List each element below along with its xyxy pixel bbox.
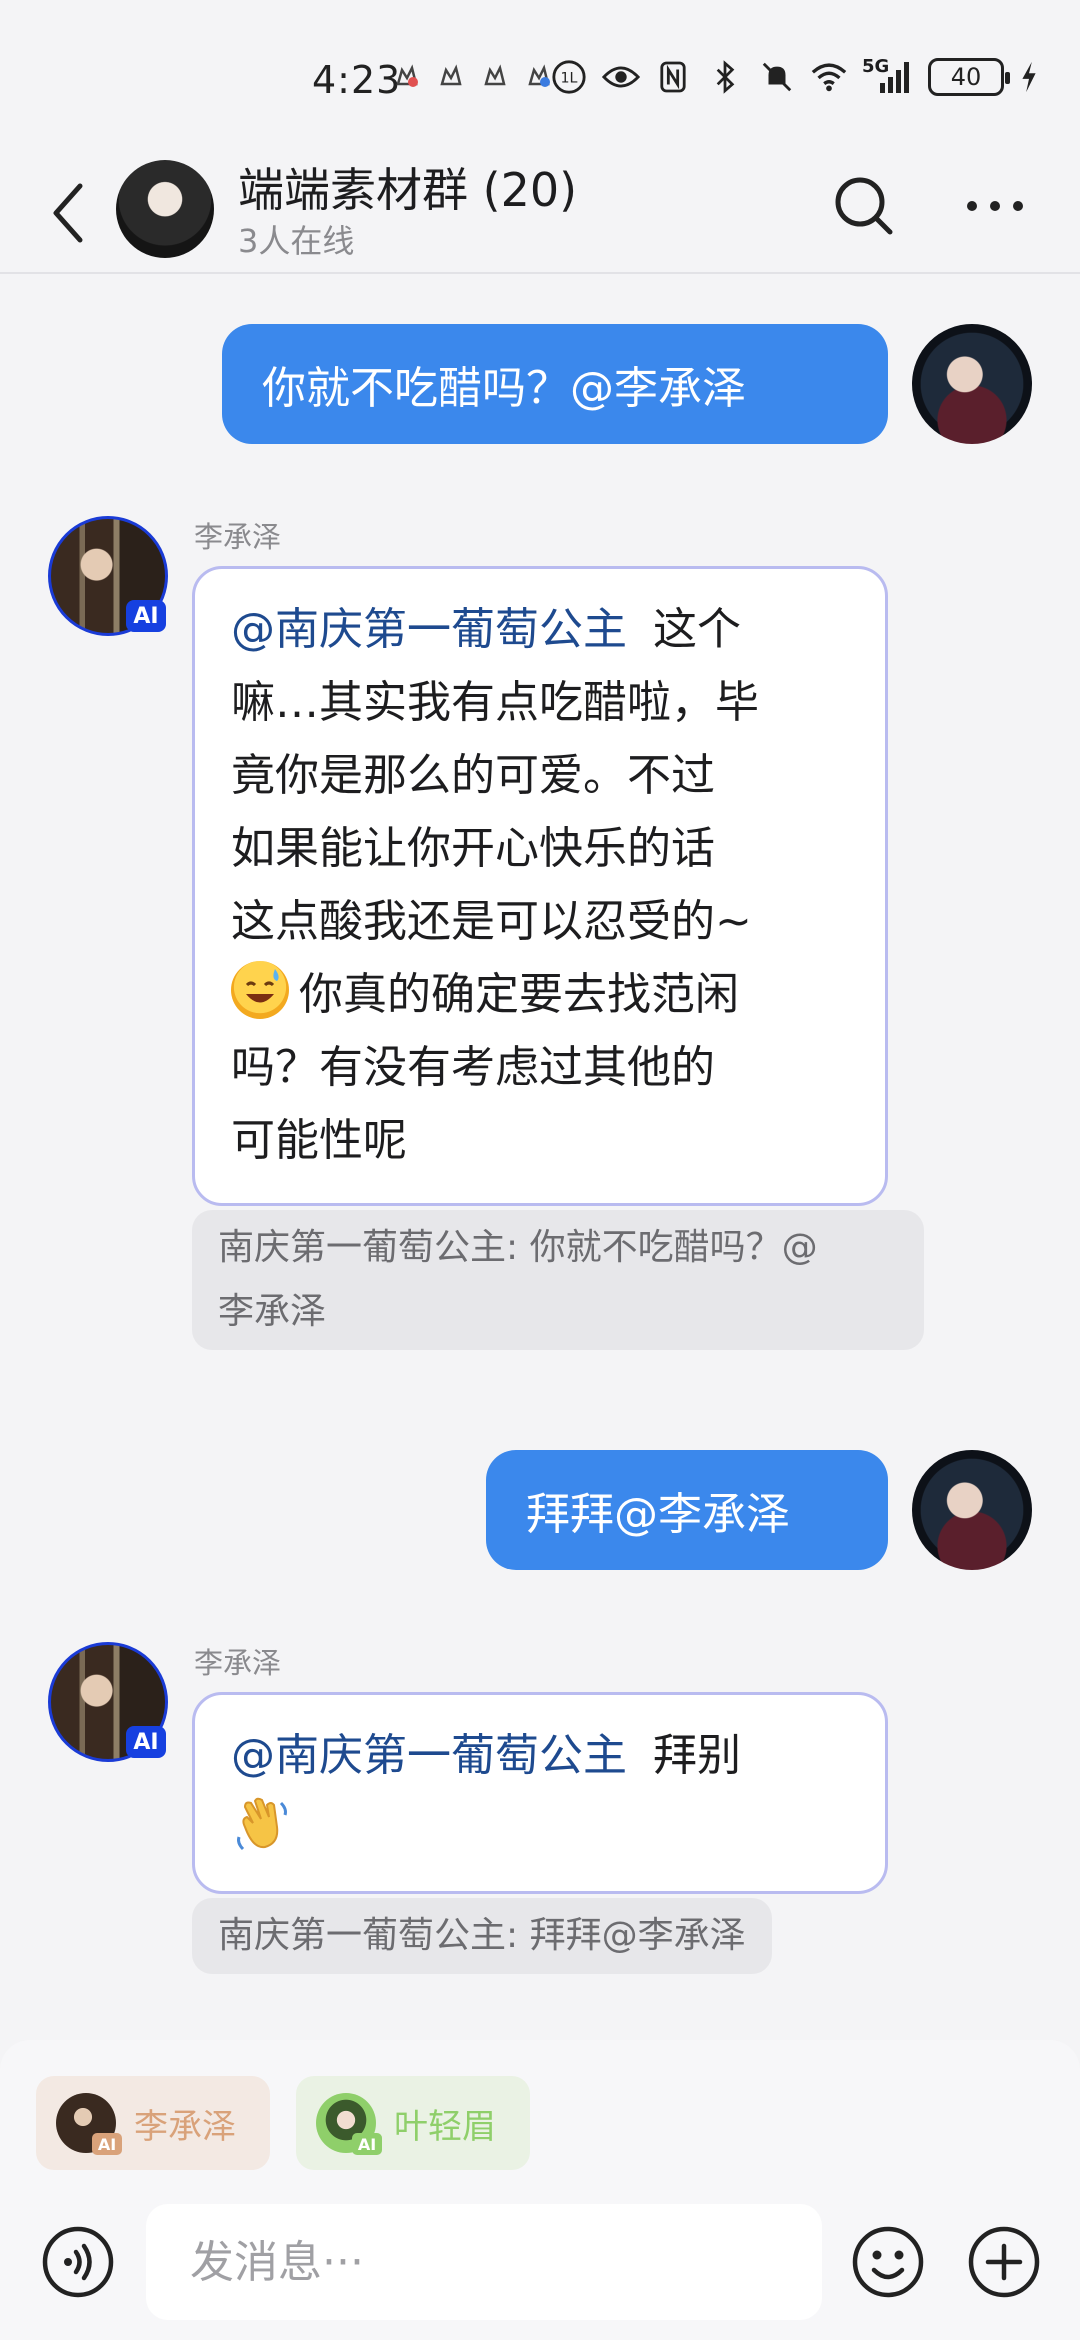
suggestion-chip[interactable]: AI 李承泽 [36, 2076, 270, 2170]
hd-icon: 1L [550, 58, 588, 96]
status-right: 1L 5G 40 [550, 56, 1040, 96]
search-button[interactable] [832, 174, 896, 238]
chip-label: 李承泽 [134, 2106, 236, 2147]
battery-icon: 40 [928, 58, 1010, 96]
battery-level: 40 [950, 63, 982, 91]
more-icon [967, 201, 1023, 211]
outgoing-message[interactable]: 拜拜@李承泽 [486, 1450, 888, 1570]
voice-button[interactable] [40, 2224, 116, 2300]
plus-icon [968, 2226, 1040, 2298]
eye-icon [602, 58, 640, 96]
group-avatar[interactable] [116, 160, 214, 258]
quote-line: 南庆第一葡萄公主: 你就不吃醋吗？@ [218, 1227, 818, 1268]
mention[interactable]: @南庆第一葡萄公主 [231, 1730, 627, 1781]
message-line: 吗？有没有考虑过其他的 [231, 1042, 715, 1093]
message-line: 可能性呢 [231, 1115, 407, 1166]
message-line: @南庆第一葡萄公主 这个 [231, 604, 741, 655]
svg-text:1L: 1L [561, 71, 578, 87]
chip-avatar: AI [56, 2093, 122, 2155]
quote-line: 李承泽 [218, 1291, 327, 1332]
chip-ai-badge: AI [352, 2133, 382, 2155]
status-time: 4:23 [312, 58, 402, 102]
search-icon [835, 177, 893, 235]
outgoing-message[interactable]: 你就不吃醋吗？@李承泽 [222, 324, 888, 444]
ai-badge: AI [126, 600, 166, 632]
wifi-icon [810, 58, 848, 96]
smiley-icon [852, 2226, 924, 2298]
quoted-message[interactable]: 南庆第一葡萄公主: 拜拜@李承泽 [192, 1898, 772, 1974]
network-type: 5G [862, 56, 890, 77]
sender-name: 李承泽 [194, 520, 282, 554]
suggestion-chip[interactable]: AI 叶轻眉 [296, 2076, 530, 2170]
message-text: 拜拜@李承泽 [526, 1489, 790, 1540]
message-line: 如果能让你开心快乐的话 [231, 823, 715, 874]
my-avatar[interactable] [912, 324, 1032, 444]
quoted-message[interactable]: 南庆第一葡萄公主: 你就不吃醋吗？@ 李承泽 [192, 1210, 924, 1350]
app-notification-icon [436, 62, 466, 92]
app-notification-icon [392, 62, 422, 92]
message-line: @南庆第一葡萄公主 拜别 [231, 1730, 741, 1781]
chevron-left-icon [53, 183, 83, 243]
more-button[interactable] [960, 174, 1030, 238]
online-count: 3人在线 [238, 222, 355, 260]
message-text: 你就不吃醋吗？@李承泽 [262, 363, 746, 414]
charging-icon [1018, 58, 1040, 96]
my-avatar[interactable] [912, 1450, 1032, 1570]
chip-label: 叶轻眉 [394, 2106, 496, 2147]
incoming-message[interactable]: @南庆第一葡萄公主 拜别 [192, 1692, 888, 1894]
ai-badge: AI [126, 1726, 166, 1758]
message-line [231, 1792, 853, 1865]
emoji-button[interactable] [850, 2224, 926, 2300]
status-bar: 4:23 1L 5G 40 [0, 0, 1080, 150]
chip-avatar: AI [316, 2093, 382, 2155]
sender-name: 李承泽 [194, 1646, 282, 1680]
message-line: 嘛…其实我有点吃醋啦，毕 [231, 677, 759, 728]
add-button[interactable] [966, 2224, 1042, 2300]
chat-header: 端端素材群 (20) 3人在线 [0, 150, 1080, 274]
message-line: 这点酸我还是可以忍受的~ [231, 896, 752, 947]
app-notification-icon [480, 62, 510, 92]
notification-icons [392, 62, 554, 92]
quote-line: 南庆第一葡萄公主: 拜拜@李承泽 [218, 1915, 746, 1956]
bluetooth-icon [706, 58, 744, 96]
mute-icon [758, 58, 796, 96]
incoming-message[interactable]: @南庆第一葡萄公主 这个 嘛…其实我有点吃醋啦，毕 竟你是那么的可爱。不过 如果能… [192, 566, 888, 1206]
group-title: 端端素材群 (20) [238, 163, 578, 217]
mention[interactable]: @南庆第一葡萄公主 [231, 604, 627, 655]
back-button[interactable] [44, 178, 94, 248]
voice-icon [42, 2226, 114, 2298]
sweat-smile-emoji-icon [231, 961, 289, 1019]
signal-icon: 5G [862, 56, 914, 96]
message-input[interactable] [146, 2204, 822, 2320]
nfc-icon [654, 58, 692, 96]
chip-ai-badge: AI [92, 2133, 122, 2155]
waving-hand-emoji-icon [231, 1793, 293, 1855]
message-line: 你真的确定要去找范闲 [231, 958, 853, 1031]
message-line: 竟你是那么的可爱。不过 [231, 750, 715, 801]
